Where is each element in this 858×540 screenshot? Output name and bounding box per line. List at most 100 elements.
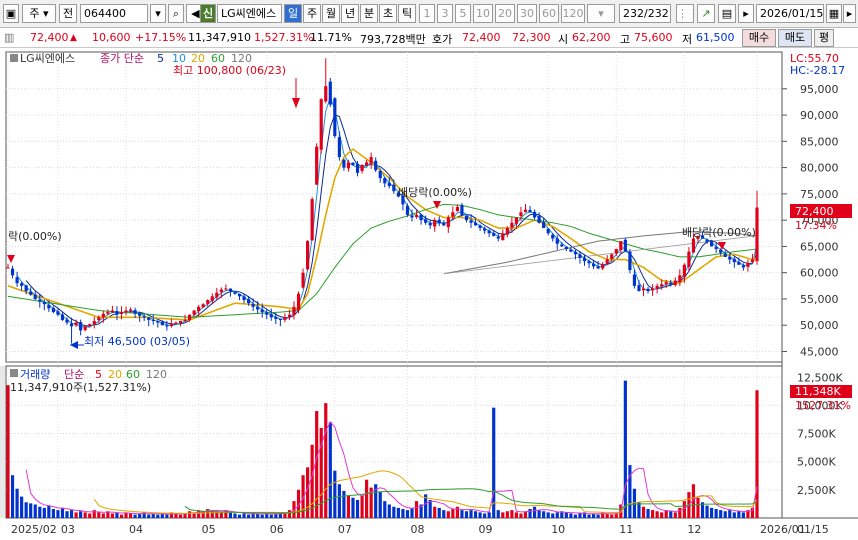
calendar-icon[interactable]: ▦	[826, 4, 842, 23]
eval-button[interactable]: 평	[814, 29, 834, 47]
tab-month[interactable]: 월	[322, 4, 340, 23]
trade-amount: 793,728백만	[360, 33, 426, 46]
search-icon[interactable]: ⌕	[168, 4, 184, 23]
candle-body	[328, 81, 332, 105]
interval-60[interactable]: 60	[539, 4, 559, 23]
candle-body	[605, 259, 609, 264]
candle-body	[687, 251, 691, 267]
volume-bar	[510, 510, 514, 518]
volume-bar	[673, 512, 677, 518]
volume-bar	[47, 505, 51, 518]
candle-body	[333, 98, 337, 137]
save-icon[interactable]: ▤	[718, 4, 736, 23]
candle-body	[383, 178, 387, 184]
stock-name: LG씨엔에스	[217, 4, 282, 23]
tab-day[interactable]: 일	[284, 4, 302, 23]
candle-body	[33, 294, 37, 299]
candle-body	[224, 288, 228, 290]
candle-body	[128, 309, 133, 311]
volume-bar	[651, 510, 655, 518]
volume-bar	[187, 511, 192, 518]
buy-button[interactable]: 매수	[742, 29, 776, 47]
candle-body	[392, 184, 396, 192]
candle-body	[97, 317, 101, 321]
candle-body	[74, 322, 78, 326]
volume-bar	[569, 513, 573, 518]
candle-body	[505, 228, 509, 235]
bar-count-value: 232	[623, 7, 644, 20]
interval-30[interactable]: 30	[517, 4, 537, 23]
pane-resize-handle[interactable]	[0, 366, 5, 518]
volume-bar	[128, 513, 133, 518]
interval-3[interactable]: 3	[437, 4, 453, 23]
pct-tag-text: 17.34%	[795, 219, 837, 232]
candle-body	[519, 212, 523, 216]
prev-button[interactable]: 전	[59, 4, 77, 23]
stock-chart[interactable]: 95,00090,00085,00080,00075,00070,00065,0…	[0, 48, 858, 540]
tab-second[interactable]: 초	[379, 4, 397, 23]
volume-tick-label: 2,500K	[797, 484, 836, 497]
volume-bar	[51, 508, 55, 518]
candle-body	[737, 261, 741, 265]
interval-1[interactable]: 1	[419, 4, 435, 23]
vol-legend-20: 20	[108, 368, 122, 381]
toolbar: ▣ 주 ▾ 전 064400 ▾ ⌕ ◀ǀ 신 LG씨엔에스 일 주 월 년 분…	[0, 0, 858, 28]
candle-body	[469, 220, 473, 223]
volume-bar	[351, 497, 355, 518]
candle-body	[646, 288, 650, 292]
interval-120[interactable]: 120	[561, 4, 585, 23]
volume-bar	[714, 508, 718, 518]
price-tick-label: 45,000	[800, 345, 839, 358]
ask-label: 호가	[432, 33, 453, 46]
candle-body	[47, 304, 51, 309]
vol-legend-5: 5	[95, 368, 102, 381]
next-icon[interactable]: ▸	[738, 4, 754, 23]
window-icon[interactable]: ▣	[3, 4, 19, 23]
interval-dropdown[interactable]: ▾	[587, 4, 615, 23]
candle-body	[215, 292, 219, 298]
tab-minute[interactable]: 분	[360, 4, 378, 23]
candle-body	[528, 209, 532, 213]
interval-10[interactable]: 10	[473, 4, 493, 23]
volume-bar	[110, 513, 114, 518]
grid-icon[interactable]: ⋮⋮	[676, 4, 694, 23]
candle-body	[596, 266, 600, 269]
interval-20[interactable]: 20	[495, 4, 515, 23]
candle-body	[483, 228, 487, 231]
turnover-rate: 11.71%	[310, 31, 352, 44]
volume-bar	[478, 512, 482, 518]
candle-body	[156, 321, 160, 323]
candle-body	[573, 251, 578, 255]
volume-bar	[637, 502, 641, 518]
volume-bar	[115, 512, 119, 518]
more-icon[interactable]: ▸	[843, 4, 856, 23]
date-input[interactable]: 2026/01/15	[756, 4, 824, 23]
menu-dropdown[interactable]: 주 ▾	[22, 4, 56, 23]
volume-bar	[555, 512, 559, 518]
volume-bar	[564, 512, 568, 518]
tab-year[interactable]: 년	[341, 4, 359, 23]
chevron-down-icon[interactable]: ▾	[150, 4, 166, 23]
candle-body	[265, 312, 269, 315]
candle-body	[56, 311, 60, 315]
time-tick-label: 03	[61, 523, 75, 536]
candle-body	[24, 285, 28, 292]
time-tick-label: 11	[619, 523, 633, 536]
candle-body	[169, 324, 174, 327]
candle-body	[433, 220, 437, 227]
bar-count[interactable]: 232/232	[619, 4, 671, 23]
interval-5[interactable]: 5	[455, 4, 471, 23]
candle-body	[487, 230, 491, 234]
sell-button[interactable]: 매도	[778, 29, 812, 47]
candle-body	[160, 321, 164, 326]
stock-code-input[interactable]: 064400	[80, 4, 148, 23]
tab-week[interactable]: 주	[303, 4, 321, 23]
candle-body	[324, 86, 328, 102]
info-icon[interactable]: ▥	[4, 31, 14, 44]
price-tick-label: 55,000	[800, 293, 839, 306]
tab-tick[interactable]: 틱	[398, 4, 416, 23]
trend-icon[interactable]: ↗	[697, 4, 715, 23]
candle-body	[360, 164, 364, 171]
price-pane[interactable]	[5, 51, 783, 363]
candle-body	[669, 282, 673, 285]
